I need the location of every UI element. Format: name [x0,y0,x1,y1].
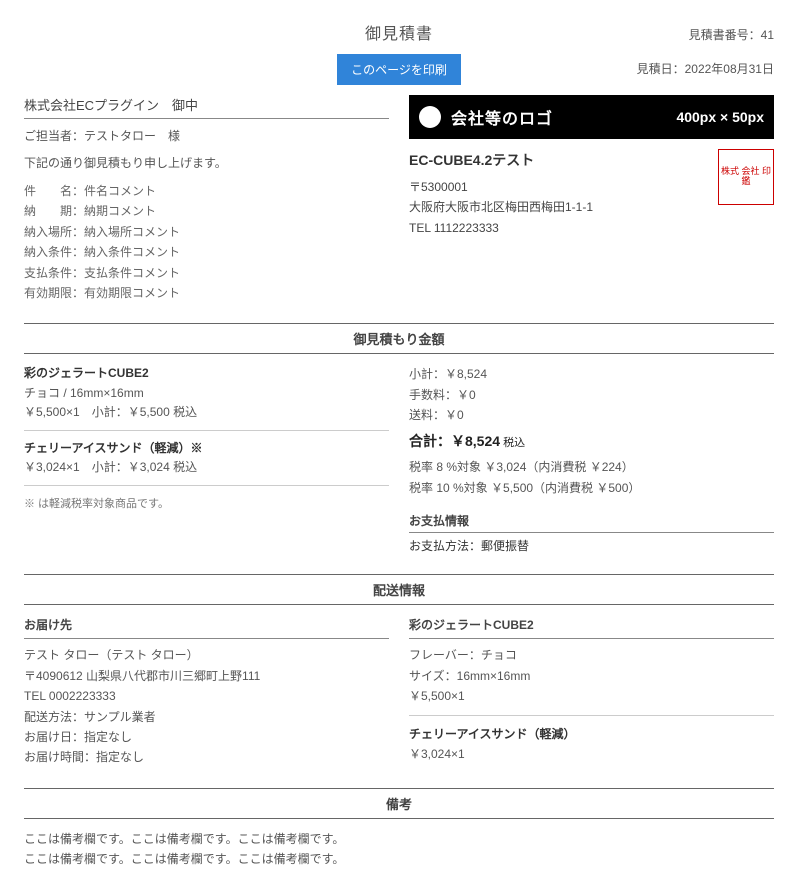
doc-title: 御見積書 [24,20,774,44]
fee: 手数料：￥0 [409,385,774,405]
shipping-dest: お届け先 テスト タロー（テスト タロー） 〒4090612 山梨県八代郡市川三… [24,615,389,768]
tax-10-line: 税率 10 %対象 ￥5,500（内消費税 ￥500） [409,478,774,498]
company-postal: 〒5300001 [409,177,706,197]
company-seal-icon: 株式 会社 印鑑 [718,149,774,205]
subtotal: 小計：￥8,524 [409,364,774,384]
company-address: 大阪府大阪市北区梅田西梅田1-1-1 [409,197,706,217]
ship-item-name: チェリーアイスサンド（軽減） [409,724,774,744]
validity-value: 有効期限コメント [84,286,180,300]
remarks-section-title: 備考 [24,788,774,819]
payment-cond-value: 支払条件コメント [84,266,180,280]
item-line: ￥3,024×1 小計：￥3,024 税込 [24,458,389,477]
ship-item-flavor: フレーバー：チョコ [409,645,774,665]
item-name: チェリーアイスサンド（軽減）※ [24,439,389,458]
item-line: ￥5,500×1 小計：￥5,500 税込 [24,403,389,422]
grand-total: 合計：￥8,524 税込 [409,430,774,454]
company-info: EC-CUBE4.2テスト 〒5300001 大阪府大阪市北区梅田西梅田1-1-… [409,149,706,238]
company-logo: 会社等のロゴ 400px × 50px [409,95,774,139]
shipping-items: 彩のジェラートCUBE2 フレーバー：チョコ サイズ：16mm×16mm ￥5,… [409,615,774,768]
delivery-value: 納期コメント [84,204,156,218]
quote-date-label: 見積日： [637,62,685,76]
grand-total-value: ￥8,524 [451,433,500,449]
ship-item-name: 彩のジェラートCUBE2 [409,615,774,639]
amount-items: 彩のジェラートCUBE2 チョコ / 16mm×16mm ￥5,500×1 小計… [24,364,389,554]
logo-text: 会社等のロゴ [451,105,553,129]
print-button[interactable]: このページを印刷 [337,54,461,85]
intro-text: 下記の通り御見積もり申し上げます。 [24,154,389,171]
quote-date: 見積日：2022年08月31日 [637,60,774,77]
shipping-fee: 送料：￥0 [409,405,774,425]
item-spec: チョコ / 16mm×16mm [24,384,389,403]
divider [24,485,389,486]
dest-tel: TEL 0002223333 [24,686,389,706]
logo-circle-icon [419,106,441,128]
remarks-line: ここは備考欄です。ここは備考欄です。ここは備考欄です。 [24,829,774,849]
tax-8-line: 税率 8 %対象 ￥3,024（内消費税 ￥224） [409,457,774,477]
dest-address: 〒4090612 山梨県八代郡市川三郷町上野111 [24,666,389,686]
dest-time: お届け時間：指定なし [24,747,389,767]
condition-label: 納入条件： [24,245,84,259]
ship-item-size: サイズ：16mm×16mm [409,666,774,686]
divider [24,430,389,431]
subject-label: 件 名： [24,184,84,198]
dest-method: 配送方法：サンプル業者 [24,707,389,727]
remarks-line: ここは備考欄です。ここは備考欄です。ここは備考欄です。 [24,849,774,869]
condition-value: 納入条件コメント [84,245,180,259]
payment-cond-label: 支払条件： [24,266,84,280]
ship-item-line: ￥3,024×1 [409,744,774,764]
place-value: 納入場所コメント [84,225,180,239]
ship-item-line: ￥5,500×1 [409,686,774,706]
validity-label: 有効期限： [24,286,84,300]
divider [409,715,774,716]
tax-footnote: ※ は軽減税率対象商品です。 [24,496,389,514]
subject-value: 件名コメント [84,184,156,198]
quote-number-value: 41 [761,28,774,42]
payment-info-head: お支払情報 [409,512,774,533]
quote-number-label: 見積書番号： [689,28,761,42]
grand-total-label: 合計： [409,433,451,449]
meta-list: 件 名：件名コメント 納 期：納期コメント 納入場所：納入場所コメント 納入条件… [24,181,389,303]
grand-total-suffix: 税込 [500,437,525,449]
payment-method: お支払方法：郵便振替 [409,537,774,554]
dest-name: テスト タロー（テスト タロー） [24,645,389,665]
quote-date-value: 2022年08月31日 [685,62,774,76]
place-label: 納入場所： [24,225,84,239]
delivery-label: 納 期： [24,204,84,218]
quote-number: 見積書番号：41 [689,26,774,43]
amount-section-title: 御見積もり金額 [24,323,774,354]
totals-block: 小計：￥8,524 手数料：￥0 送料：￥0 合計：￥8,524 税込 税率 8… [409,364,774,498]
remarks-body: ここは備考欄です。ここは備考欄です。ここは備考欄です。 ここは備考欄です。ここは… [24,829,774,870]
shipping-section-title: 配送情報 [24,574,774,605]
company-tel: TEL 1112223333 [409,218,706,238]
dest-date: お届け日：指定なし [24,727,389,747]
dest-head: お届け先 [24,615,389,639]
item-name: 彩のジェラートCUBE2 [24,364,389,383]
logo-dimensions: 400px × 50px [676,109,764,125]
customer-contact: ご担当者：テストタロー 様 [24,127,389,144]
customer-name: 株式会社ECプラグイン 御中 [24,95,389,119]
company-name: EC-CUBE4.2テスト [409,149,706,173]
